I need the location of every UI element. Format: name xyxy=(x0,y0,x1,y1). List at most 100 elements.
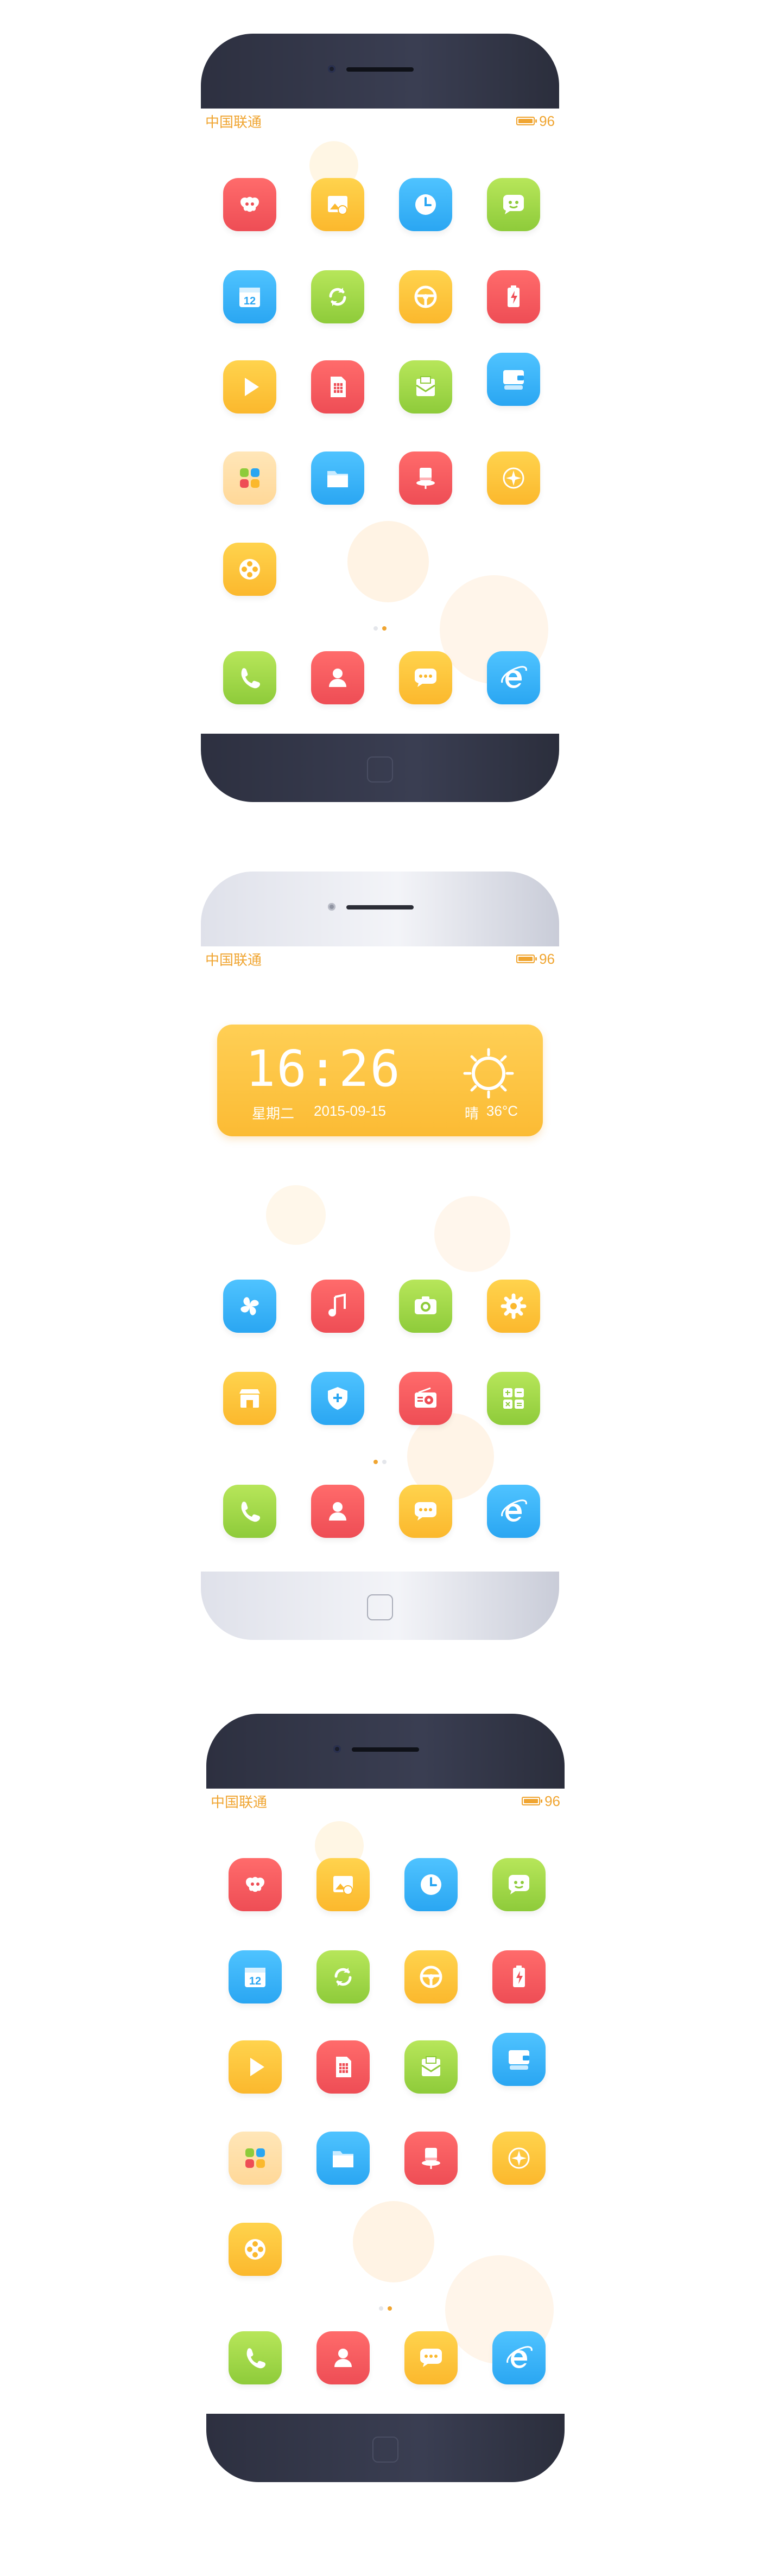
phone-mockup-3: 中国联通 96 12 xyxy=(206,1714,565,2482)
app-music[interactable] xyxy=(305,1280,370,1345)
app-smiley-chat[interactable] xyxy=(481,178,546,243)
compass-icon xyxy=(487,451,540,505)
page-dot[interactable] xyxy=(382,1460,387,1464)
app-security[interactable] xyxy=(305,1372,370,1437)
app-film-reel[interactable] xyxy=(217,543,282,608)
app-file-manager[interactable] xyxy=(305,451,370,517)
background-decoration xyxy=(347,521,429,602)
app-radio[interactable] xyxy=(393,1372,458,1437)
app-label xyxy=(393,1336,458,1345)
app-magic-hat[interactable] xyxy=(398,2132,464,2197)
status-bar: 中国联通 96 xyxy=(211,1792,560,1810)
app-sim-card[interactable] xyxy=(305,360,370,425)
app-label xyxy=(486,2089,552,2098)
app-steering-wheel[interactable] xyxy=(393,270,458,335)
app-smiley-chat[interactable] xyxy=(486,1858,552,1923)
app-film-reel[interactable] xyxy=(223,2223,288,2288)
app-label xyxy=(481,1541,546,1550)
app-wallet[interactable] xyxy=(481,353,546,418)
app-label xyxy=(393,417,458,425)
dock-contacts[interactable] xyxy=(305,1485,370,1550)
widget-date: 2015-09-15 xyxy=(314,1103,387,1119)
app-sync[interactable] xyxy=(305,270,370,335)
app-magic-hat[interactable] xyxy=(393,451,458,517)
app-label xyxy=(398,2097,464,2106)
app-compass[interactable] xyxy=(486,2132,552,2197)
page-dot[interactable] xyxy=(373,626,378,631)
clock-icon xyxy=(399,178,452,231)
steering-wheel-icon xyxy=(399,270,452,323)
app-label xyxy=(217,599,282,608)
dock-browser[interactable] xyxy=(481,651,546,716)
app-game-pad[interactable] xyxy=(217,178,282,243)
app-store[interactable] xyxy=(217,1372,282,1437)
home-screen: 中国联通 96 12 xyxy=(206,1789,565,2414)
app-calculator[interactable] xyxy=(481,1372,546,1437)
app-label xyxy=(223,2007,288,2015)
battery-icon xyxy=(487,270,540,323)
app-wallet[interactable] xyxy=(486,2033,552,2098)
contacts-icon xyxy=(311,651,364,704)
page-indicator xyxy=(206,2306,565,2311)
app-gallery[interactable] xyxy=(305,178,370,243)
app-label xyxy=(393,508,458,517)
app-clock[interactable] xyxy=(393,178,458,243)
app-mail[interactable] xyxy=(398,2040,464,2106)
mail-icon xyxy=(399,360,452,414)
carrier-name: 中国联通 xyxy=(211,1793,268,1810)
battery-indicator: 96 xyxy=(516,113,555,130)
messages-icon xyxy=(404,2331,458,2384)
home-button[interactable] xyxy=(367,756,393,783)
dock-browser[interactable] xyxy=(481,1485,546,1550)
app-calendar[interactable]: 12 xyxy=(217,270,282,335)
sim-card-icon xyxy=(316,2040,370,2094)
earpiece-speaker xyxy=(346,67,414,72)
dock-messages[interactable] xyxy=(398,2331,464,2396)
app-label xyxy=(223,2388,288,2396)
app-label xyxy=(311,2188,376,2197)
page-dot[interactable] xyxy=(379,2306,383,2311)
dock-browser[interactable] xyxy=(486,2331,552,2396)
app-battery[interactable] xyxy=(486,1950,552,2015)
status-bar: 中国联通 96 xyxy=(205,112,555,130)
app-steering-wheel[interactable] xyxy=(398,1950,464,2015)
app-compass[interactable] xyxy=(481,451,546,517)
dock-phone[interactable] xyxy=(223,2331,288,2396)
sync-icon xyxy=(316,1950,370,2003)
dock-contacts[interactable] xyxy=(311,2331,376,2396)
earpiece-speaker xyxy=(352,1747,419,1752)
app-battery[interactable] xyxy=(481,270,546,335)
dock-contacts[interactable] xyxy=(305,651,370,716)
app-calendar[interactable]: 12 xyxy=(223,1950,288,2015)
phone-icon xyxy=(223,651,276,704)
clock-weather-widget[interactable]: 16:26 星期二 2015-09-15 晴 36°C xyxy=(217,1025,543,1136)
browser-icon xyxy=(487,1485,540,1538)
page-dot-active[interactable] xyxy=(373,1460,378,1464)
app-camera[interactable] xyxy=(393,1280,458,1345)
app-sync[interactable] xyxy=(311,1950,376,2015)
app-sim-card[interactable] xyxy=(311,2040,376,2106)
messages-icon xyxy=(399,651,452,704)
app-mail[interactable] xyxy=(393,360,458,425)
app-pinwheel[interactable] xyxy=(217,1280,282,1345)
dock-messages[interactable] xyxy=(393,1485,458,1550)
home-button[interactable] xyxy=(367,1594,393,1620)
home-button[interactable] xyxy=(372,2437,398,2463)
dock-messages[interactable] xyxy=(393,651,458,716)
battery-percent: 96 xyxy=(544,1792,560,1809)
dock-phone[interactable] xyxy=(217,1485,282,1550)
app-gallery[interactable] xyxy=(311,1858,376,1923)
page-dot-active[interactable] xyxy=(382,626,387,631)
app-file-manager[interactable] xyxy=(311,2132,376,2197)
dock-phone[interactable] xyxy=(217,651,282,716)
home-screen: 中国联通 96 16:26 星期二 2015-09-15 晴 36°C xyxy=(201,946,559,1572)
background-decoration xyxy=(353,2201,434,2282)
app-game-pad[interactable] xyxy=(223,1858,288,1923)
app-clock[interactable] xyxy=(398,1858,464,1923)
app-folder[interactable] xyxy=(223,2132,288,2197)
page-dot-active[interactable] xyxy=(388,2306,392,2311)
app-folder[interactable] xyxy=(217,451,282,517)
app-video-player[interactable] xyxy=(217,360,282,425)
app-settings[interactable] xyxy=(481,1280,546,1345)
app-video-player[interactable] xyxy=(223,2040,288,2106)
